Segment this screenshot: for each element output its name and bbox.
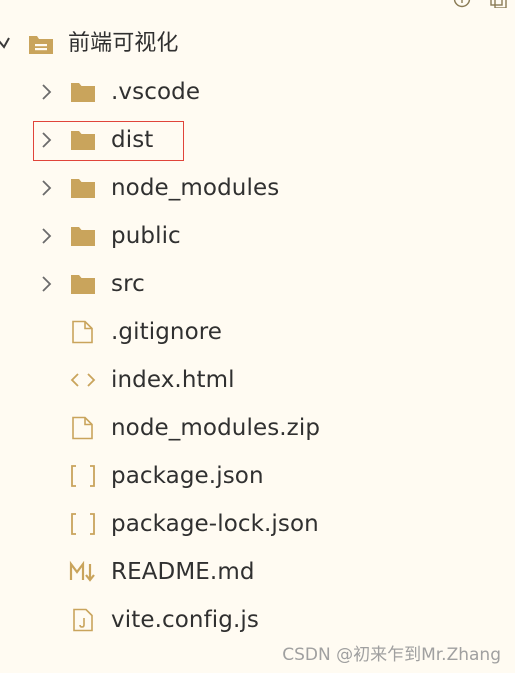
folder-icon bbox=[71, 83, 95, 102]
html-code-icon bbox=[70, 373, 96, 387]
chevron-right-icon[interactable] bbox=[37, 274, 57, 294]
tree-item-label: public bbox=[111, 223, 181, 249]
tree-item-gitignore[interactable]: .gitignore bbox=[0, 314, 515, 350]
tree-item-label: package-lock.json bbox=[111, 511, 319, 537]
file-explorer: 前端可视化 .vscode dist node_modules public s… bbox=[0, 0, 515, 673]
js-file-icon bbox=[73, 608, 93, 632]
tree-item-public[interactable]: public bbox=[0, 218, 515, 254]
tree-item-label: vite.config.js bbox=[111, 607, 259, 633]
file-icon bbox=[72, 320, 93, 344]
tree-item-node-modules[interactable]: node_modules bbox=[0, 170, 515, 206]
root-folder-label: 前端可视化 bbox=[68, 31, 179, 56]
chevron-right-icon[interactable] bbox=[37, 82, 57, 102]
file-icon bbox=[72, 416, 93, 440]
chevron-right-icon[interactable] bbox=[37, 226, 57, 246]
tree-item-vscode[interactable]: .vscode bbox=[0, 74, 515, 110]
tree-item-label: index.html bbox=[111, 367, 235, 393]
explorer-toolbar bbox=[445, 0, 515, 10]
tree-item-label: README.md bbox=[111, 559, 255, 585]
tree-root-folder[interactable]: 前端可视化 bbox=[0, 26, 515, 62]
folder-open-icon bbox=[29, 36, 53, 54]
tree-item-label: node_modules.zip bbox=[111, 415, 321, 441]
folder-icon bbox=[71, 275, 95, 294]
highlight-box bbox=[33, 121, 184, 161]
tree-item-label: .gitignore bbox=[111, 319, 223, 345]
info-circle-icon[interactable] bbox=[453, 0, 471, 8]
tree-item-package-lock-json[interactable]: package-lock.json bbox=[0, 506, 515, 542]
tree-item-index-html[interactable]: index.html bbox=[0, 362, 515, 398]
folder-icon bbox=[71, 179, 95, 198]
chevron-right-icon[interactable] bbox=[37, 178, 57, 198]
chevron-down-icon[interactable] bbox=[0, 34, 16, 54]
tree-item-label: package.json bbox=[111, 463, 264, 489]
tree-item-label: src bbox=[111, 271, 145, 297]
collapse-all-icon[interactable] bbox=[489, 0, 507, 8]
tree-item-vite-config[interactable]: vite.config.js bbox=[0, 602, 515, 638]
tree-item-readme[interactable]: README.md bbox=[0, 554, 515, 590]
json-brackets-icon bbox=[71, 465, 95, 487]
markdown-icon bbox=[69, 560, 95, 582]
tree-item-label: .vscode bbox=[111, 79, 201, 105]
tree-item-src[interactable]: src bbox=[0, 266, 515, 302]
tree-item-package-json[interactable]: package.json bbox=[0, 458, 515, 494]
tree-item-node-modules-zip[interactable]: node_modules.zip bbox=[0, 410, 515, 446]
folder-icon bbox=[71, 227, 95, 246]
watermark: CSDN @初来乍到Mr.Zhang bbox=[282, 645, 501, 665]
tree-item-label: node_modules bbox=[111, 175, 280, 201]
json-brackets-icon bbox=[71, 513, 95, 535]
